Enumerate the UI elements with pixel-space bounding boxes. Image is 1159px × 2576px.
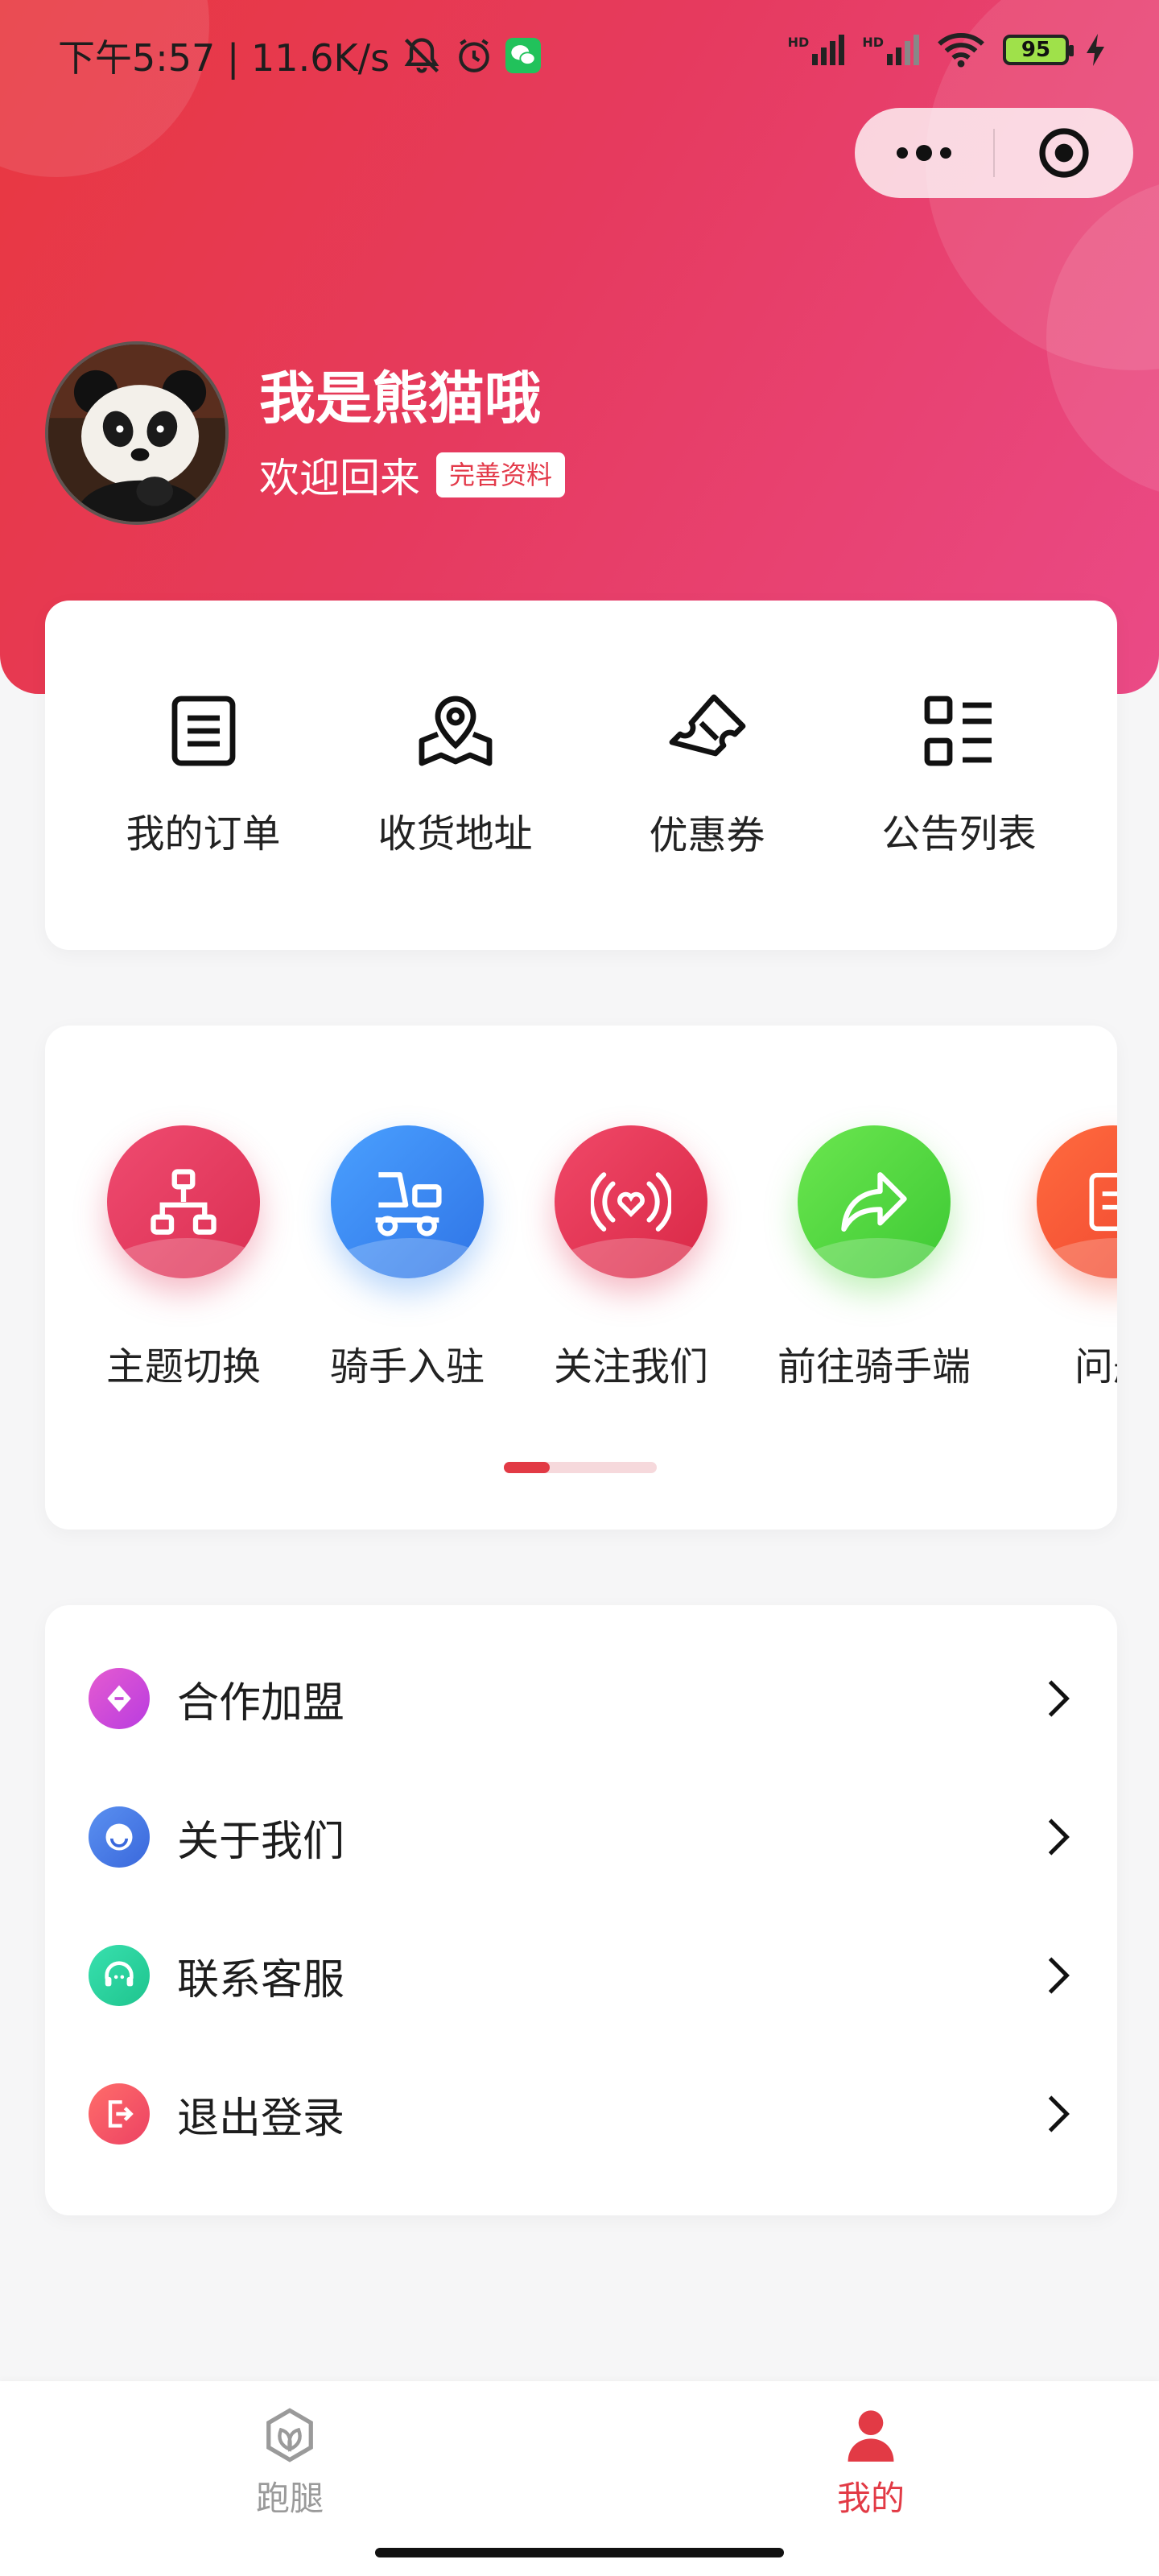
dot-icon (916, 145, 932, 161)
person-icon (848, 2410, 894, 2462)
smile-icon (89, 1806, 150, 1868)
menu-item-about[interactable]: 关于我们 (45, 1768, 1117, 1906)
signal-2-icon: HD (862, 35, 919, 65)
broadcast-heart-icon (591, 1172, 671, 1232)
wechat-icon (505, 38, 542, 73)
avatar[interactable] (45, 341, 229, 525)
document-icon (1089, 1172, 1117, 1232)
tool-label: 问题 (1074, 1344, 1117, 1389)
signal-icon: HD (788, 35, 845, 65)
more-menu-button[interactable] (855, 108, 993, 198)
tool-follow-us[interactable]: 关注我们 (554, 1125, 708, 1391)
chevron-right-icon (1048, 1680, 1070, 1717)
tools-scroll-indicator (504, 1462, 657, 1473)
tools-scroll-thumb (504, 1462, 550, 1473)
tab-mine[interactable]: 我的 (774, 2407, 967, 2520)
dot-icon (940, 147, 951, 159)
tools-scroll-card[interactable]: 主题切换 骑手入驻 关注我们 前往骑手端 问题 (45, 1026, 1117, 1530)
profile-section: 我是熊猫哦 欢迎回来 完善资料 (45, 341, 566, 525)
menu-item-label: 退出登录 (177, 2094, 345, 2143)
complete-profile-button[interactable]: 完善资料 (436, 452, 566, 497)
tool-label: 关注我们 (554, 1344, 709, 1389)
charging-icon (1087, 34, 1104, 66)
scooter-icon (375, 1172, 442, 1236)
map-pin-icon (419, 696, 492, 766)
logout-icon (89, 2083, 150, 2145)
close-miniprogram-button[interactable] (995, 126, 1133, 180)
quick-action-label: 公告列表 (881, 811, 1037, 857)
home-indicator (375, 2548, 784, 2557)
welcome-text: 欢迎回来 (259, 455, 420, 502)
leaf-hexagon-icon (266, 2408, 313, 2462)
quick-action-address[interactable]: 收货地址 (335, 692, 576, 858)
chevron-right-icon (1048, 1818, 1070, 1856)
mute-bell-icon (404, 38, 439, 73)
page: 下午5:57 | 11.6K/s HD HD 95 我是熊猫哦 欢迎回来 完善资… (0, 0, 1159, 2576)
order-list-icon (171, 696, 235, 766)
quick-actions-card: 我的订单 收货地址 优惠券 公告列表 (45, 601, 1117, 950)
panda-avatar-icon (48, 345, 225, 522)
miniprogram-capsule (855, 108, 1133, 198)
quick-action-announcements[interactable]: 公告列表 (839, 692, 1080, 858)
diamond-icon (89, 1668, 150, 1729)
dot-icon (897, 147, 908, 159)
headset-icon (89, 1945, 150, 2006)
status-time-speed: 下午5:57 | 11.6K/s (58, 36, 390, 80)
tab-errand[interactable]: 跑腿 (193, 2407, 386, 2520)
tool-rider-join[interactable]: 骑手入驻 (330, 1125, 485, 1391)
quick-action-coupons[interactable]: 优惠券 (587, 691, 828, 860)
target-icon (1039, 128, 1089, 178)
tool-label: 前往骑手端 (777, 1344, 971, 1389)
quick-action-orders[interactable]: 我的订单 (83, 692, 324, 858)
menu-item-customer-service[interactable]: 联系客服 (45, 1906, 1117, 2045)
menu-item-label: 关于我们 (177, 1817, 345, 1866)
quick-action-label: 我的订单 (126, 811, 281, 857)
ticket-icon (669, 694, 745, 757)
alarm-icon (459, 39, 489, 72)
menu-item-label: 联系客服 (177, 1955, 345, 2004)
tab-label: 我的 (836, 2479, 905, 2518)
chevron-right-icon (1048, 2095, 1070, 2132)
share-arrow-icon (841, 1172, 907, 1232)
menu-item-logout[interactable]: 退出登录 (45, 2045, 1117, 2183)
hierarchy-icon (151, 1169, 217, 1235)
tool-questions[interactable]: 问题 (1037, 1125, 1117, 1391)
quick-action-label: 优惠券 (649, 813, 765, 858)
tool-rider-app[interactable]: 前往骑手端 (777, 1125, 971, 1391)
menu-card: 合作加盟 关于我们 联系客服 退出登录 (45, 1605, 1117, 2215)
menu-item-label: 合作加盟 (177, 1678, 345, 1728)
grid-list-icon (924, 696, 992, 766)
tool-label: 主题切换 (106, 1344, 262, 1389)
status-bar: 下午5:57 | 11.6K/s HD HD 95 (0, 0, 1159, 105)
battery-indicator: 95 (1003, 35, 1074, 65)
chevron-right-icon (1048, 1957, 1070, 1994)
tool-label: 骑手入驻 (330, 1344, 485, 1389)
tool-theme-switch[interactable]: 主题切换 (106, 1125, 261, 1391)
tab-label: 跑腿 (255, 2479, 324, 2518)
wifi-icon (938, 33, 984, 68)
bottom-tab-bar: 跑腿 我的 (0, 2381, 1159, 2576)
quick-action-label: 收货地址 (377, 811, 533, 857)
menu-item-cooperation[interactable]: 合作加盟 (45, 1629, 1117, 1768)
username: 我是熊猫哦 (259, 365, 541, 431)
